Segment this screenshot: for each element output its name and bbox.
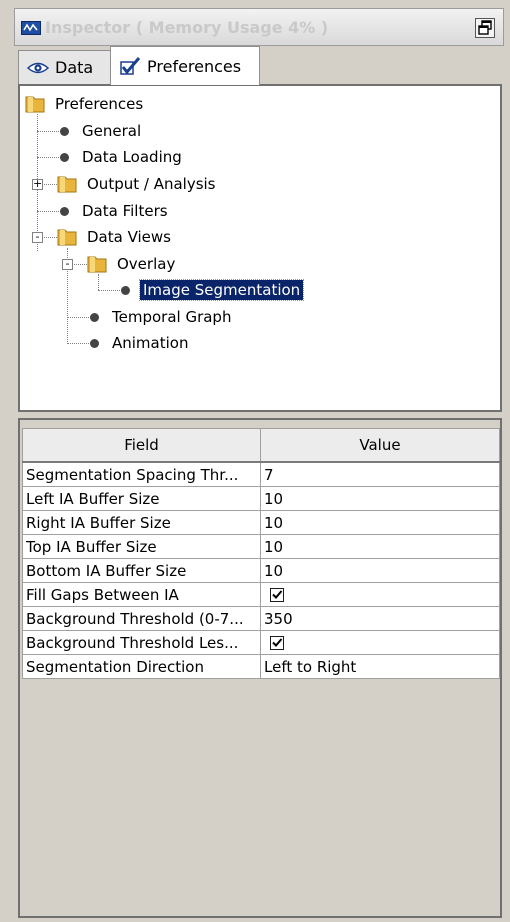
table-row: Background Threshold Les... <box>22 630 500 655</box>
property-grid: Field Value Segmentation Spacing Thr... … <box>18 418 502 918</box>
table-row: Top IA Buffer Size 10 <box>22 534 500 559</box>
value-cell[interactable]: 10 <box>260 486 500 511</box>
tree-node-preferences[interactable]: Preferences <box>24 92 146 116</box>
value-cell[interactable]: 7 <box>260 461 500 487</box>
table-row: Right IA Buffer Size 10 <box>22 510 500 535</box>
tab-preferences-label: Preferences <box>147 56 242 76</box>
field-cell: Fill Gaps Between IA <box>22 582 261 607</box>
tree-node-overlay[interactable]: Overlay <box>86 252 178 276</box>
tree-connector <box>98 290 120 291</box>
value-cell[interactable]: 10 <box>260 558 500 583</box>
tree-connector <box>37 211 59 212</box>
bullet-icon <box>60 152 69 162</box>
table-row: Left IA Buffer Size 10 <box>22 486 500 511</box>
tree-node-label: Output / Analysis <box>87 175 216 193</box>
bullet-icon <box>60 206 69 216</box>
tree-node-image-segmentation[interactable]: Image Segmentation <box>119 278 305 302</box>
field-cell: Segmentation Spacing Thr... <box>22 461 261 487</box>
tree-connector <box>37 157 59 158</box>
tree-node-label: Image Segmentation <box>138 279 305 301</box>
column-header-field[interactable]: Field <box>22 428 261 463</box>
bullet-icon <box>90 312 99 322</box>
field-cell: Background Threshold (0-7... <box>22 606 261 631</box>
tree-node-label: Data Views <box>87 228 171 246</box>
tree-connector <box>98 274 99 290</box>
window-title: Inspector ( Memory Usage 4% ) <box>45 18 329 37</box>
folder-icon <box>57 176 77 193</box>
field-cell: Left IA Buffer Size <box>22 486 261 511</box>
table-row: Background Threshold (0-7... 350 <box>22 606 500 631</box>
tree-node-label: Temporal Graph <box>112 308 232 326</box>
field-cell: Top IA Buffer Size <box>22 534 261 559</box>
expand-toggle[interactable]: + <box>32 178 43 190</box>
tree-node-data-filters[interactable]: Data Filters <box>58 199 171 223</box>
tree-node-data-loading[interactable]: Data Loading <box>58 145 185 169</box>
collapse-toggle[interactable]: - <box>32 231 43 243</box>
value-cell[interactable]: 10 <box>260 534 500 559</box>
value-cell[interactable]: 350 <box>260 606 500 631</box>
folder-icon <box>57 229 77 246</box>
table-row: Segmentation Direction Left to Right <box>22 654 500 679</box>
field-cell: Right IA Buffer Size <box>22 510 261 535</box>
table-row: Bottom IA Buffer Size 10 <box>22 558 500 583</box>
value-cell <box>260 630 500 655</box>
table-row: Segmentation Spacing Thr... 7 <box>22 461 500 487</box>
folder-icon <box>25 96 45 113</box>
tab-data[interactable]: Data <box>18 50 111 84</box>
tree-connector <box>67 343 89 344</box>
field-cell: Segmentation Direction <box>22 654 261 679</box>
tab-data-label: Data <box>55 58 94 77</box>
background-threshold-checkbox[interactable] <box>270 636 284 650</box>
tree-node-animation[interactable]: Animation <box>88 331 191 355</box>
tree-connector <box>37 131 59 132</box>
fill-gaps-checkbox[interactable] <box>270 588 284 602</box>
tree-connector <box>67 317 89 318</box>
tree-node-label: Data Filters <box>82 202 168 220</box>
bullet-icon <box>90 338 99 348</box>
bullet-icon <box>60 126 69 136</box>
tree-node-label: General <box>82 122 142 140</box>
tree-node-general[interactable]: General <box>58 119 144 143</box>
field-cell: Background Threshold Les... <box>22 630 261 655</box>
table-row: Fill Gaps Between IA <box>22 582 500 607</box>
folder-icon <box>87 256 107 273</box>
tree-node-label: Data Loading <box>82 148 182 166</box>
tree-node-label: Preferences <box>55 95 144 113</box>
eye-icon <box>27 62 49 73</box>
tree-node-data-views[interactable]: Data Views <box>56 225 174 249</box>
collapse-toggle[interactable]: - <box>62 258 73 270</box>
checkbox-icon <box>120 57 141 75</box>
tree-node-output-analysis[interactable]: Output / Analysis <box>56 172 219 196</box>
tab-preferences[interactable]: Preferences <box>110 46 260 85</box>
preferences-tree[interactable]: + - - Preferences General Data Loading O… <box>18 84 502 412</box>
column-header-value[interactable]: Value <box>260 428 500 463</box>
inspector-icon <box>21 21 41 35</box>
restore-window-icon[interactable] <box>475 18 495 38</box>
bullet-icon <box>121 285 130 295</box>
value-cell[interactable]: Left to Right <box>260 654 500 679</box>
tree-node-label: Animation <box>112 334 189 352</box>
tree-node-label: Overlay <box>117 255 176 273</box>
value-cell <box>260 582 500 607</box>
property-table: Field Value Segmentation Spacing Thr... … <box>22 428 500 679</box>
window-title-bar[interactable]: Inspector ( Memory Usage 4% ) <box>14 8 504 46</box>
field-cell: Bottom IA Buffer Size <box>22 558 261 583</box>
tab-strip: Data Preferences <box>18 46 504 85</box>
tree-node-temporal-graph[interactable]: Temporal Graph <box>88 305 234 329</box>
value-cell[interactable]: 10 <box>260 510 500 535</box>
